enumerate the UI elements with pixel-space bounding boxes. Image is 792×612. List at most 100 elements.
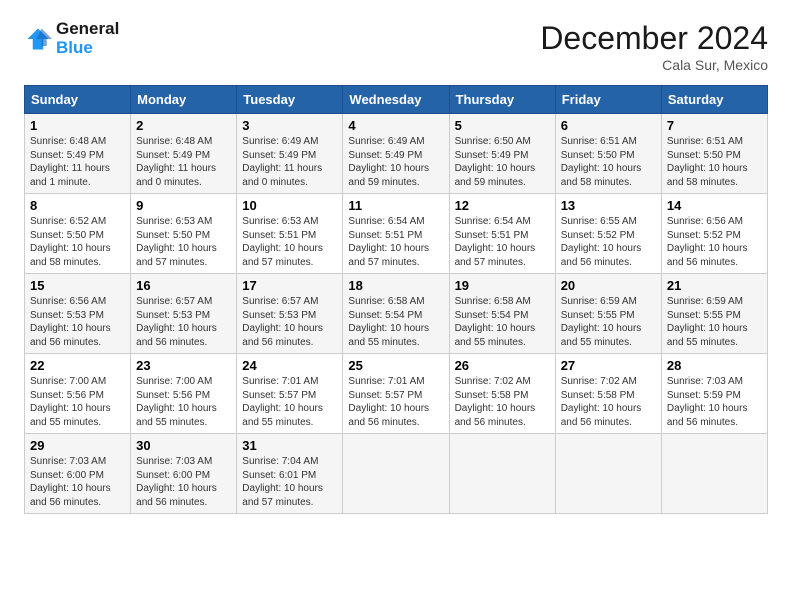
day-number: 16 [136, 278, 231, 293]
day-info: Sunrise: 6:53 AM Sunset: 5:51 PM Dayligh… [242, 215, 337, 269]
day-number: 25 [348, 358, 443, 373]
day-number: 2 [136, 118, 231, 133]
day-info: Sunrise: 6:54 AM Sunset: 5:51 PM Dayligh… [348, 215, 443, 269]
day-cell: 13 Sunrise: 6:55 AM Sunset: 5:52 PM Dayli… [555, 194, 661, 274]
day-cell: 17 Sunrise: 6:57 AM Sunset: 5:53 PM Dayli… [237, 274, 343, 354]
day-number: 11 [348, 198, 443, 213]
day-cell: 26Sunrise: 7:02 AM Sunset: 5:58 PM Dayli… [449, 354, 555, 434]
weekday-header-tuesday: Tuesday [237, 86, 343, 114]
day-info: Sunrise: 6:57 AM Sunset: 5:53 PM Dayligh… [242, 295, 337, 349]
day-cell: 18Sunrise: 6:58 AM Sunset: 5:54 PM Dayli… [343, 274, 449, 354]
logo-text: General Blue [56, 20, 119, 57]
day-cell: 27 Sunrise: 7:02 AM Sunset: 5:58 PM Dayli… [555, 354, 661, 434]
day-info: Sunrise: 7:03 AM Sunset: 5:59 PM Dayligh… [667, 375, 762, 429]
day-info: Sunrise: 7:00 AM Sunset: 5:56 PM Dayligh… [136, 375, 231, 429]
day-number: 6 [561, 118, 656, 133]
day-info: Sunrise: 6:56 AM Sunset: 5:53 PM Dayligh… [30, 295, 125, 349]
day-cell: 24 Sunrise: 7:01 AM Sunset: 5:57 PM Dayli… [237, 354, 343, 434]
day-info: Sunrise: 6:59 AM Sunset: 5:55 PM Dayligh… [667, 295, 762, 349]
day-info: Sunrise: 7:02 AM Sunset: 5:58 PM Dayligh… [561, 375, 656, 429]
day-info: Sunrise: 6:51 AM Sunset: 5:50 PM Dayligh… [561, 135, 656, 189]
day-info: Sunrise: 7:00 AM Sunset: 5:56 PM Dayligh… [30, 375, 125, 429]
day-number: 23 [136, 358, 231, 373]
day-cell: 5 Sunrise: 6:50 AM Sunset: 5:49 PM Daylig… [449, 114, 555, 194]
day-number: 4 [348, 118, 443, 133]
day-cell: 11 Sunrise: 6:54 AM Sunset: 5:51 PM Dayli… [343, 194, 449, 274]
month-title: December 2024 [540, 20, 768, 57]
location: Cala Sur, Mexico [540, 57, 768, 73]
day-cell: 29 Sunrise: 7:03 AM Sunset: 6:00 PM Dayli… [25, 434, 131, 514]
weekday-header-row: SundayMondayTuesdayWednesdayThursdayFrid… [25, 86, 768, 114]
day-info: Sunrise: 6:59 AM Sunset: 5:55 PM Dayligh… [561, 295, 656, 349]
logo: General Blue [24, 20, 119, 57]
day-number: 19 [455, 278, 550, 293]
day-cell [555, 434, 661, 514]
day-info: Sunrise: 6:48 AM Sunset: 5:49 PM Dayligh… [30, 135, 125, 189]
day-info: Sunrise: 6:52 AM Sunset: 5:50 PM Dayligh… [30, 215, 125, 269]
weekday-header-thursday: Thursday [449, 86, 555, 114]
day-number: 21 [667, 278, 762, 293]
day-cell: 14 Sunrise: 6:56 AM Sunset: 5:52 PM Dayli… [661, 194, 767, 274]
day-number: 28 [667, 358, 762, 373]
day-number: 1 [30, 118, 125, 133]
day-cell [343, 434, 449, 514]
day-number: 5 [455, 118, 550, 133]
day-number: 13 [561, 198, 656, 213]
day-number: 29 [30, 438, 125, 453]
day-info: Sunrise: 7:02 AM Sunset: 5:58 PM Dayligh… [455, 375, 550, 429]
day-info: Sunrise: 6:57 AM Sunset: 5:53 PM Dayligh… [136, 295, 231, 349]
day-number: 31 [242, 438, 337, 453]
day-number: 7 [667, 118, 762, 133]
day-info: Sunrise: 6:53 AM Sunset: 5:50 PM Dayligh… [136, 215, 231, 269]
day-info: Sunrise: 7:01 AM Sunset: 5:57 PM Dayligh… [348, 375, 443, 429]
day-number: 9 [136, 198, 231, 213]
day-info: Sunrise: 6:50 AM Sunset: 5:49 PM Dayligh… [455, 135, 550, 189]
weekday-header-saturday: Saturday [661, 86, 767, 114]
day-cell: 4 Sunrise: 6:49 AM Sunset: 5:49 PM Daylig… [343, 114, 449, 194]
day-number: 17 [242, 278, 337, 293]
week-row-2: 8 Sunrise: 6:52 AM Sunset: 5:50 PM Daylig… [25, 194, 768, 274]
day-number: 3 [242, 118, 337, 133]
day-number: 12 [455, 198, 550, 213]
day-cell: 23 Sunrise: 7:00 AM Sunset: 5:56 PM Dayli… [131, 354, 237, 434]
day-cell: 8 Sunrise: 6:52 AM Sunset: 5:50 PM Daylig… [25, 194, 131, 274]
week-row-3: 15Sunrise: 6:56 AM Sunset: 5:53 PM Dayli… [25, 274, 768, 354]
day-info: Sunrise: 6:54 AM Sunset: 5:51 PM Dayligh… [455, 215, 550, 269]
day-number: 22 [30, 358, 125, 373]
day-info: Sunrise: 6:49 AM Sunset: 5:49 PM Dayligh… [348, 135, 443, 189]
day-number: 20 [561, 278, 656, 293]
day-number: 30 [136, 438, 231, 453]
day-cell: 10 Sunrise: 6:53 AM Sunset: 5:51 PM Dayli… [237, 194, 343, 274]
day-number: 24 [242, 358, 337, 373]
day-info: Sunrise: 7:03 AM Sunset: 6:00 PM Dayligh… [30, 455, 125, 509]
day-cell: 7 Sunrise: 6:51 AM Sunset: 5:50 PM Daylig… [661, 114, 767, 194]
day-info: Sunrise: 6:51 AM Sunset: 5:50 PM Dayligh… [667, 135, 762, 189]
weekday-header-wednesday: Wednesday [343, 86, 449, 114]
day-info: Sunrise: 6:58 AM Sunset: 5:54 PM Dayligh… [455, 295, 550, 349]
day-cell: 21 Sunrise: 6:59 AM Sunset: 5:55 PM Dayli… [661, 274, 767, 354]
title-block: December 2024 Cala Sur, Mexico [540, 20, 768, 73]
day-info: Sunrise: 6:56 AM Sunset: 5:52 PM Dayligh… [667, 215, 762, 269]
day-info: Sunrise: 6:58 AM Sunset: 5:54 PM Dayligh… [348, 295, 443, 349]
day-cell: 25 Sunrise: 7:01 AM Sunset: 5:57 PM Dayli… [343, 354, 449, 434]
day-cell: 19 Sunrise: 6:58 AM Sunset: 5:54 PM Dayli… [449, 274, 555, 354]
day-cell: 28 Sunrise: 7:03 AM Sunset: 5:59 PM Dayli… [661, 354, 767, 434]
week-row-1: 1 Sunrise: 6:48 AM Sunset: 5:49 PM Daylig… [25, 114, 768, 194]
week-row-4: 22 Sunrise: 7:00 AM Sunset: 5:56 PM Dayli… [25, 354, 768, 434]
day-number: 14 [667, 198, 762, 213]
calendar-page: General Blue December 2024 Cala Sur, Mex… [0, 0, 792, 530]
day-cell: 31Sunrise: 7:04 AM Sunset: 6:01 PM Dayli… [237, 434, 343, 514]
day-info: Sunrise: 7:01 AM Sunset: 5:57 PM Dayligh… [242, 375, 337, 429]
weekday-header-friday: Friday [555, 86, 661, 114]
day-cell: 6 Sunrise: 6:51 AM Sunset: 5:50 PM Daylig… [555, 114, 661, 194]
day-number: 27 [561, 358, 656, 373]
day-number: 10 [242, 198, 337, 213]
day-cell: 2Sunrise: 6:48 AM Sunset: 5:49 PM Daylig… [131, 114, 237, 194]
day-cell: 1 Sunrise: 6:48 AM Sunset: 5:49 PM Daylig… [25, 114, 131, 194]
day-cell: 16 Sunrise: 6:57 AM Sunset: 5:53 PM Dayli… [131, 274, 237, 354]
day-number: 8 [30, 198, 125, 213]
day-cell: 30Sunrise: 7:03 AM Sunset: 6:00 PM Dayli… [131, 434, 237, 514]
day-cell: 9 Sunrise: 6:53 AM Sunset: 5:50 PM Daylig… [131, 194, 237, 274]
day-cell: 3Sunrise: 6:49 AM Sunset: 5:49 PM Daylig… [237, 114, 343, 194]
day-info: Sunrise: 6:55 AM Sunset: 5:52 PM Dayligh… [561, 215, 656, 269]
